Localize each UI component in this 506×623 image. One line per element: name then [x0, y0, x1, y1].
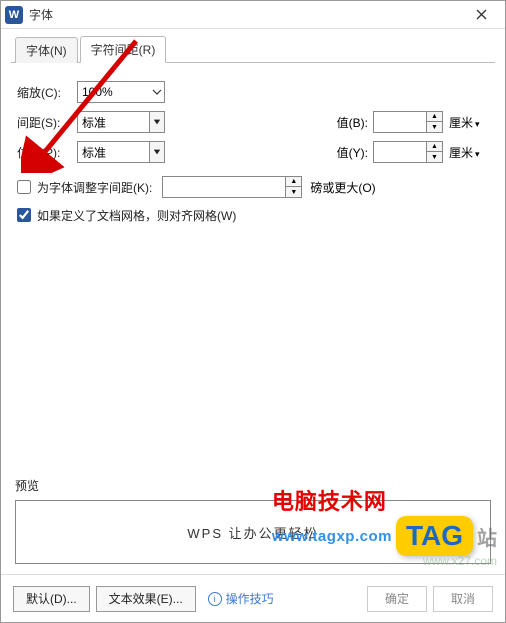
spacing-b-down-button[interactable]: ▼ [427, 122, 442, 132]
text-effect-button[interactable]: 文本效果(E)... [96, 586, 196, 612]
position-y-up-button[interactable]: ▲ [427, 142, 442, 152]
triangle-down-icon [153, 148, 161, 156]
chevron-down-icon [152, 87, 162, 97]
preview-label: 预览 [15, 477, 491, 494]
close-button[interactable] [461, 1, 501, 29]
position-dropdown-button[interactable] [149, 142, 164, 162]
spacing-select[interactable] [77, 111, 165, 133]
position-value-y-label: 值(Y): [318, 144, 368, 161]
position-select[interactable] [77, 141, 165, 163]
tips-text: 操作技巧 [226, 590, 274, 607]
app-icon: W [5, 6, 23, 24]
footer: 默认(D)... 文本效果(E)... i 操作技巧 确定 取消 [1, 574, 505, 622]
scale-label: 缩放(C): [17, 84, 77, 101]
position-label: 位置(P): [17, 144, 77, 161]
kerning-input[interactable] [163, 180, 285, 194]
tips-link[interactable]: i 操作技巧 [208, 590, 274, 607]
kerning-up-button[interactable]: ▲ [286, 177, 301, 187]
kerning-spinner[interactable]: ▲ ▼ [162, 176, 302, 198]
dialog-body: 字体(N) 字符间距(R) 缩放(C): 间距(S): 值 [1, 29, 505, 622]
snap-grid-checkbox[interactable] [17, 208, 31, 222]
spacing-dropdown-button[interactable] [149, 112, 164, 132]
preview-section: 预览 WPS 让办公更轻松 [15, 477, 491, 564]
position-value-y-input[interactable] [374, 145, 426, 159]
kerning-label[interactable]: 为字体调整字间距(K): [37, 179, 152, 196]
unit-caret-icon: ▾ [475, 149, 480, 160]
position-value[interactable] [78, 145, 149, 159]
scale-combobox[interactable] [77, 81, 165, 103]
spacing-value-b-spinner[interactable]: ▲ ▼ [373, 111, 443, 133]
tab-strip: 字体(N) 字符间距(R) [11, 37, 495, 63]
spacing-value-b-label: 值(B): [318, 114, 368, 131]
spacing-unit-b: 厘米▾ [449, 114, 489, 131]
scale-input[interactable] [78, 85, 149, 99]
kerning-checkbox[interactable] [17, 180, 31, 194]
title-bar: W 字体 [1, 1, 505, 29]
kerning-after-label: 磅或更大(O) [310, 179, 375, 196]
form-area: 缩放(C): 间距(S): 值(B): [11, 63, 495, 229]
default-button[interactable]: 默认(D)... [13, 586, 90, 612]
window-title: 字体 [29, 6, 461, 23]
close-icon [476, 9, 487, 20]
spacing-value-b-input[interactable] [374, 115, 426, 129]
tab-character-spacing[interactable]: 字符间距(R) [80, 36, 167, 63]
unit-caret-icon: ▾ [475, 119, 480, 130]
spacing-value[interactable] [78, 115, 149, 129]
spacing-b-up-button[interactable]: ▲ [427, 112, 442, 122]
kerning-down-button[interactable]: ▼ [286, 187, 301, 197]
preview-text: WPS 让办公更轻松 [187, 523, 318, 542]
position-y-down-button[interactable]: ▼ [427, 152, 442, 162]
snap-grid-label[interactable]: 如果定义了文档网格，则对齐网格(W) [37, 207, 236, 224]
position-value-y-spinner[interactable]: ▲ ▼ [373, 141, 443, 163]
info-icon: i [208, 592, 222, 606]
preview-box: WPS 让办公更轻松 [15, 500, 491, 564]
spacing-label: 间距(S): [17, 114, 77, 131]
cancel-button[interactable]: 取消 [433, 586, 493, 612]
ok-button[interactable]: 确定 [367, 586, 427, 612]
position-unit-y: 厘米▾ [449, 144, 489, 161]
tab-font[interactable]: 字体(N) [15, 37, 78, 63]
triangle-down-icon [153, 118, 161, 126]
scale-dropdown-button[interactable] [149, 82, 164, 102]
